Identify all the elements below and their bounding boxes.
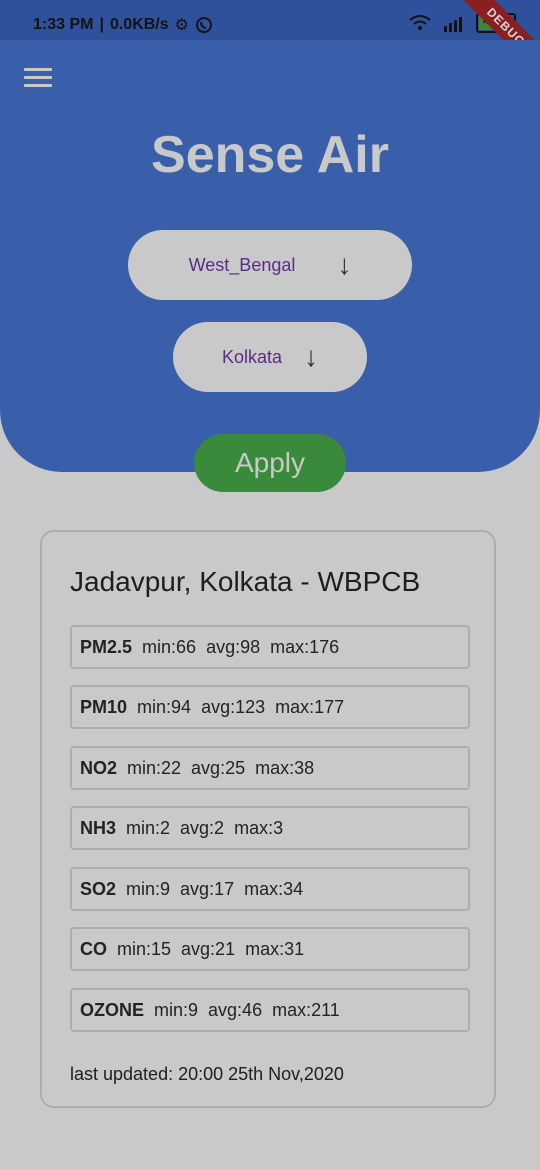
pollutant-avg: avg:21 bbox=[181, 938, 236, 959]
city-dropdown-value: Kolkata bbox=[221, 346, 283, 367]
pollutant-max: max:31 bbox=[245, 938, 305, 959]
pollutant-min: min:9 bbox=[154, 999, 199, 1020]
wifi-icon bbox=[409, 15, 431, 30]
pollutant-name: NO2 bbox=[80, 757, 118, 778]
arrow-down-icon: ↓ bbox=[304, 341, 319, 372]
pollutant-min: min:94 bbox=[137, 696, 192, 717]
pollutant-min: min:2 bbox=[126, 817, 171, 838]
pollutant-max: max:176 bbox=[270, 636, 340, 657]
pollutant-avg: avg:2 bbox=[180, 817, 225, 838]
status-separator: | bbox=[99, 16, 104, 33]
station-card: Jadavpur, Kolkata - WBPCB PM2.5 min:66 a… bbox=[40, 530, 496, 1108]
status-time: 1:33 PM bbox=[33, 16, 94, 33]
pollutant-max: max:211 bbox=[272, 999, 340, 1020]
menu-icon-line bbox=[24, 84, 52, 87]
app-title: Sense Air bbox=[151, 126, 389, 184]
pollutant-row-ozone: OZONE min:9 avg:46 max:211 bbox=[70, 988, 470, 1032]
pollutant-name: CO bbox=[80, 938, 107, 959]
pollutant-name: PM2.5 bbox=[80, 636, 133, 657]
pollutant-row-so2: SO2 min:9 avg:17 max:34 bbox=[70, 867, 470, 911]
pollutant-avg: avg:25 bbox=[191, 757, 246, 778]
pollutant-min: min:66 bbox=[142, 636, 197, 657]
menu-icon-line bbox=[24, 68, 52, 71]
pollutant-min: min:22 bbox=[127, 757, 182, 778]
state-dropdown-value: West_Bengal bbox=[188, 254, 296, 275]
pollutant-max: max:34 bbox=[244, 878, 304, 899]
pollutant-min: min:15 bbox=[117, 938, 172, 959]
status-bar: 1:33 PM | 0.0KB/s ⚙ 45 DEBUG bbox=[0, 0, 540, 85]
state-dropdown[interactable]: West_Bengal ↓ bbox=[128, 230, 412, 300]
whatsapp-icon bbox=[196, 17, 212, 33]
station-title: Jadavpur, Kolkata - WBPCB bbox=[70, 566, 421, 597]
city-dropdown[interactable]: Kolkata ↓ bbox=[173, 322, 367, 392]
settings-icon: ⚙ bbox=[174, 17, 189, 34]
status-network-speed: 0.0KB/s bbox=[109, 16, 169, 33]
pollutant-name: SO2 bbox=[80, 878, 117, 899]
status-left: 1:33 PM | 0.0KB/s ⚙ bbox=[33, 15, 213, 35]
menu-button[interactable] bbox=[24, 68, 52, 90]
pollutant-avg: avg:123 bbox=[201, 696, 266, 717]
pollutant-row-co: CO min:15 avg:21 max:31 bbox=[70, 927, 470, 971]
pollutant-row-nh3: NH3 min:2 avg:2 max:3 bbox=[70, 806, 470, 850]
pollutant-row-pm25: PM2.5 min:66 avg:98 max:176 bbox=[70, 625, 470, 669]
arrow-down-icon: ↓ bbox=[337, 249, 352, 280]
pollutant-name: PM10 bbox=[80, 696, 128, 717]
apply-button[interactable]: Apply bbox=[194, 434, 346, 492]
pollutant-avg: avg:98 bbox=[206, 636, 261, 657]
pollutant-max: max:3 bbox=[234, 817, 284, 838]
pollutant-avg: avg:46 bbox=[208, 999, 263, 1020]
pollutant-min: min:9 bbox=[126, 878, 171, 899]
pollutant-avg: avg:17 bbox=[180, 878, 235, 899]
last-updated-text: last updated: 20:00 25th Nov,2020 bbox=[70, 1064, 344, 1084]
cellular-signal-icon bbox=[444, 17, 462, 32]
pollutant-row-pm10: PM10 min:94 avg:123 max:177 bbox=[70, 685, 470, 729]
pollutant-max: max:177 bbox=[275, 696, 345, 717]
pollutant-name: OZONE bbox=[80, 999, 145, 1020]
pollutant-row-no2: NO2 min:22 avg:25 max:38 bbox=[70, 746, 470, 790]
pollutant-name: NH3 bbox=[80, 817, 117, 838]
menu-icon-line bbox=[24, 76, 52, 79]
pollutant-max: max:38 bbox=[255, 757, 315, 778]
